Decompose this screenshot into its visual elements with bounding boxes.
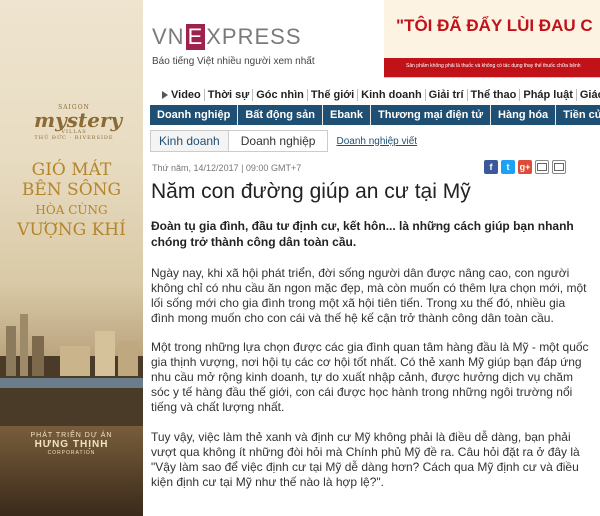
subnav-item-bat-dong-san[interactable]: Bất động sản xyxy=(238,105,322,125)
ad-slogan-line: BÊN SÔNG xyxy=(21,180,122,200)
subnav-item-tien-cua[interactable]: Tiền của xyxy=(556,105,600,125)
nav-item-giai-tri[interactable]: Giải trí xyxy=(424,89,467,101)
facebook-share-icon[interactable]: f xyxy=(484,160,498,174)
article-paragraph: Ngày nay, khi xã hội phát triển, đời sốn… xyxy=(151,266,587,325)
subnav-item-hang-hoa[interactable]: Hàng hóa xyxy=(491,105,556,125)
print-icon[interactable] xyxy=(535,160,549,174)
sub-nav: Doanh nghiệp Bất động sản Ebank Thương m… xyxy=(150,105,600,125)
breadcrumb-section[interactable]: Kinh doanh xyxy=(150,130,229,152)
logo-text-post: XPRESS xyxy=(206,24,302,49)
ad-developer-label: PHÁT TRIỂN DỰ ÁN xyxy=(30,432,113,439)
main-nav: Video Thời sự Góc nhìn Thế giới Kinh doa… xyxy=(150,86,600,104)
breadcrumb-link[interactable]: Doanh nghiệp viết xyxy=(336,136,417,147)
ad-developer: PHÁT TRIỂN DỰ ÁN HƯNG THỊNH CORPORATION xyxy=(0,432,143,456)
breadcrumb-subsection[interactable]: Doanh nghiệp xyxy=(227,130,329,152)
nav-item-giao-duc[interactable]: Giáo dục xyxy=(575,89,600,101)
ad-brand-logo: SAIGON mystery VILLAS THỦ ĐỨC · RIVERSID… xyxy=(34,104,123,141)
article-title: Năm con đường giúp an cư tại Mỹ xyxy=(151,180,471,203)
top-ad-headline: "TÔI ĐÃ ĐẨY LÙI ĐAU C xyxy=(396,16,593,35)
ad-slogan-line: VƯỢNG KHÍ xyxy=(17,220,126,240)
logo-text-pre: VN xyxy=(152,24,185,49)
site-logo[interactable]: VN E XPRESS xyxy=(152,24,302,50)
subnav-item-thuong-mai-dien-tu[interactable]: Thương mại điện tử xyxy=(371,105,491,125)
ad-slogan-line: GIÓ MÁT xyxy=(31,160,112,180)
nav-item-goc-nhin[interactable]: Góc nhìn xyxy=(252,89,307,101)
logo-text-box: E xyxy=(185,24,206,50)
email-icon[interactable] xyxy=(552,160,566,174)
article-lead: Đoàn tụ gia đình, đầu tư định cư, kết hô… xyxy=(151,219,574,249)
left-banner-ad[interactable]: SAIGON mystery VILLAS THỦ ĐỨC · RIVERSID… xyxy=(0,0,143,516)
nav-item-thoi-su[interactable]: Thời sự xyxy=(203,89,252,101)
ad-slogan-line: HÒA CÙNG xyxy=(35,203,108,217)
ad-brand-sub: THỦ ĐỨC · RIVERSIDE xyxy=(34,135,114,141)
nav-item-the-gioi[interactable]: Thế giới xyxy=(306,89,357,101)
ad-developer-sub: CORPORATION xyxy=(47,450,96,456)
ad-brand-script: mystery xyxy=(34,108,123,132)
article-paragraph: Tuy vậy, việc làm thẻ xanh và định cư Mỹ… xyxy=(151,430,580,489)
breadcrumb: Kinh doanh Doanh nghiệp Doanh nghiệp viế… xyxy=(150,130,600,152)
subnav-item-doanh-nghiep[interactable]: Doanh nghiệp xyxy=(150,105,238,125)
top-ad-note: Sản phẩm không phải là thuốc và không có… xyxy=(406,63,581,69)
nav-item-the-thao[interactable]: Thể thao xyxy=(466,89,520,101)
nav-item-kinh-doanh[interactable]: Kinh doanh xyxy=(357,89,425,101)
nav-item-phap-luat[interactable]: Pháp luật xyxy=(519,89,576,101)
google-plus-share-icon[interactable]: g+ xyxy=(518,160,532,174)
top-banner-ad[interactable]: "TÔI ĐÃ ĐẨY LÙI ĐAU C Sản phẩm không phả… xyxy=(384,0,600,78)
article-paragraph: Một trong những lựa chọn được các gia đì… xyxy=(151,340,589,414)
subnav-item-ebank[interactable]: Ebank xyxy=(323,105,371,125)
twitter-share-icon[interactable]: t xyxy=(501,160,515,174)
article-date: Thứ năm, 14/12/2017 | 09:00 GMT+7 xyxy=(152,163,302,173)
nav-item-video[interactable]: Video xyxy=(168,89,204,101)
ad-slogan: GIÓ MÁT BÊN SÔNG HÒA CÙNG VƯỢNG KHÍ xyxy=(0,160,143,240)
share-bar: f t g+ xyxy=(484,160,566,174)
site-tagline: Báo tiếng Việt nhiều người xem nhất xyxy=(152,56,315,67)
ad-city-skyline-image xyxy=(0,314,143,426)
ad-developer-name: HƯNG THỊNH xyxy=(34,439,109,450)
